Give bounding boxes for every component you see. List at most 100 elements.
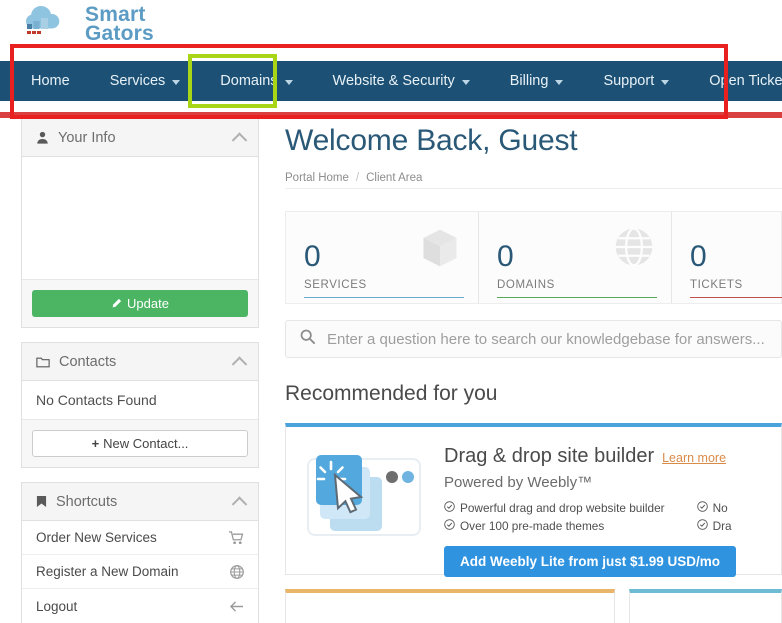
- browser-page: Smart Gators Home Services Domains Websi…: [0, 0, 782, 623]
- stat-card-services[interactable]: 0 SERVICES: [286, 212, 479, 303]
- brand-name-line2: Gators: [85, 22, 154, 46]
- globe-icon: [613, 226, 655, 273]
- promo-title-row: Drag & drop site builder Learn more: [444, 445, 761, 468]
- check-circle-icon: [444, 519, 455, 533]
- promo-subtitle: Powered by Weebly™: [444, 474, 593, 491]
- breadcrumb: Portal Home / Client Area: [285, 172, 782, 189]
- panel-your-info: Your Info Update: [21, 118, 259, 328]
- promo-title: Drag & drop site builder: [444, 445, 655, 467]
- chevron-down-icon: [661, 79, 670, 85]
- nav-label: Support: [603, 73, 655, 89]
- cloud-blocks-icon: [25, 2, 83, 42]
- panel-contacts-footer: + New Contact...: [22, 419, 258, 467]
- promo-card-secondary-orange[interactable]: [285, 589, 615, 623]
- user-icon: [36, 131, 49, 144]
- breadcrumb-client-area[interactable]: Client Area: [366, 172, 422, 184]
- nav-label: Website & Security: [332, 73, 455, 89]
- stat-label: SERVICES: [304, 279, 367, 291]
- search-input[interactable]: [327, 330, 767, 348]
- promo-card-weebly: Drag & drop site builder Learn more Power…: [285, 423, 782, 577]
- page-title: Welcome Back, Guest: [285, 124, 578, 157]
- panel-contacts: Contacts No Contacts Found + New Contact.…: [21, 342, 259, 468]
- page-content: Your Info Update Contacts No Contacts Fo…: [0, 118, 782, 623]
- nav-item-open-ticket[interactable]: Open Ticket: [709, 61, 782, 101]
- stat-card-tickets[interactable]: 0 TICKETS: [672, 212, 782, 303]
- nav-item-website-security[interactable]: Website & Security: [333, 61, 470, 101]
- brand-name: Smart Gators: [85, 2, 154, 46]
- update-button[interactable]: Update: [32, 290, 248, 317]
- promo-feature-label: Powerful drag and drop website builder: [460, 501, 665, 515]
- promo-feature-label: Dra: [712, 519, 732, 533]
- globe-icon: [230, 564, 244, 579]
- contacts-empty-message: No Contacts Found: [36, 392, 157, 408]
- chevron-up-icon[interactable]: [231, 131, 248, 148]
- promo-feature: No: [696, 501, 732, 515]
- chevron-down-icon: [284, 79, 293, 85]
- panel-shortcuts-header[interactable]: Shortcuts: [22, 483, 258, 521]
- new-contact-button[interactable]: + New Contact...: [32, 430, 248, 457]
- nav-item-domains[interactable]: Domains: [220, 61, 293, 101]
- promo-features: Powerful drag and drop website builder O…: [444, 501, 761, 537]
- check-circle-icon: [444, 501, 455, 515]
- shortcut-label: Logout: [36, 598, 78, 614]
- promo-feature-label: Over 100 pre-made themes: [460, 519, 605, 533]
- promo-body: Drag & drop site builder Learn more Power…: [444, 445, 761, 577]
- chevron-down-icon: [172, 79, 181, 85]
- main-navigation: Home Services Domains Website & Security…: [0, 61, 782, 101]
- site-builder-illustration: [304, 445, 424, 545]
- folder-icon: [36, 356, 50, 368]
- arrow-left-icon: [229, 600, 244, 613]
- bookmark-icon: [36, 495, 47, 508]
- panel-your-info-footer: Update: [22, 279, 258, 327]
- check-circle-icon: [696, 519, 708, 533]
- check-circle-icon: [696, 501, 708, 515]
- site-logo[interactable]: Smart Gators: [25, 2, 154, 44]
- nav-label: Services: [109, 73, 166, 89]
- search-icon: [300, 329, 315, 349]
- stat-label: TICKETS: [690, 279, 743, 291]
- promo-feature: Dra: [696, 519, 732, 533]
- sidebar: Your Info Update Contacts No Contacts Fo…: [21, 118, 259, 623]
- chevron-down-icon: [555, 79, 564, 85]
- chevron-up-icon[interactable]: [231, 495, 248, 512]
- site-header: Smart Gators: [0, 0, 782, 61]
- add-weebly-lite-button[interactable]: Add Weebly Lite from just $1.99 USD/mo: [444, 546, 737, 577]
- stat-underline: [497, 297, 657, 298]
- panel-title: Contacts: [59, 353, 117, 370]
- panel-shortcuts: Shortcuts Order New Services Register a …: [21, 482, 259, 623]
- nav-item-home[interactable]: Home: [31, 61, 70, 101]
- promo-features-right: No Dra: [696, 501, 732, 537]
- panel-your-info-body: [22, 157, 258, 279]
- stat-underline: [304, 297, 464, 298]
- shortcut-label: Order New Services: [36, 530, 157, 545]
- update-button-label-hidden: [127, 290, 128, 291]
- chevron-up-icon[interactable]: [231, 355, 248, 372]
- promo-card-secondary-blue[interactable]: [629, 589, 782, 623]
- nav-label: Billing: [509, 73, 549, 89]
- stat-card-domains[interactable]: 0 DOMAINS: [479, 212, 672, 303]
- nav-item-support[interactable]: Support: [603, 61, 670, 101]
- pencil-icon: [112, 298, 122, 308]
- stat-value: 0: [690, 240, 707, 273]
- knowledgebase-search[interactable]: [285, 320, 782, 358]
- nav-item-billing[interactable]: Billing: [510, 61, 564, 101]
- recommended-heading: Recommended for you: [285, 382, 498, 405]
- nav-item-services[interactable]: Services: [110, 61, 181, 101]
- panel-shortcuts-body: Order New Services Register a New Domain…: [22, 521, 258, 623]
- breadcrumb-portal-home[interactable]: Portal Home: [285, 172, 349, 184]
- shortcut-label: Register a New Domain: [36, 564, 179, 579]
- shortcut-order-new-services[interactable]: Order New Services: [22, 521, 258, 555]
- nav-label: Open Ticket: [709, 73, 782, 89]
- breadcrumb-separator: /: [355, 172, 360, 184]
- promo-features-left: Powerful drag and drop website builder O…: [444, 501, 665, 537]
- nav-label: Home: [31, 73, 70, 89]
- panel-your-info-header[interactable]: Your Info: [22, 119, 258, 157]
- learn-more-link[interactable]: Learn more: [662, 451, 726, 465]
- shortcut-logout[interactable]: Logout: [22, 589, 258, 623]
- promo-feature-label: No: [712, 501, 728, 515]
- bottom-cards-row: [285, 589, 782, 623]
- nav-label: Domains: [220, 73, 278, 89]
- promo-feature: Powerful drag and drop website builder: [444, 501, 665, 515]
- panel-contacts-header[interactable]: Contacts: [22, 343, 258, 381]
- shortcut-register-new-domain[interactable]: Register a New Domain: [22, 555, 258, 589]
